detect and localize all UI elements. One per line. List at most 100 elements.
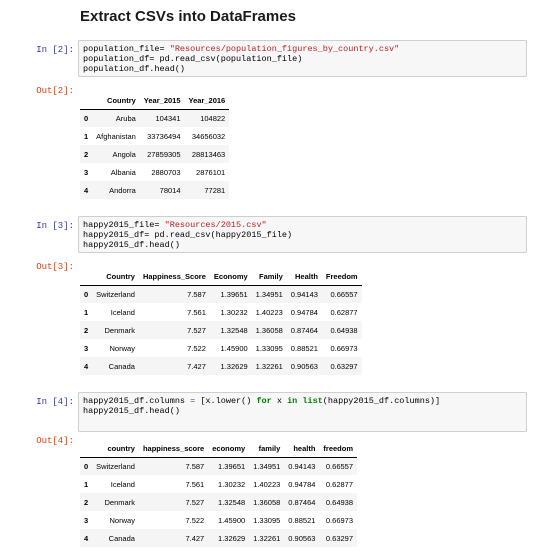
table-cell: Andorra bbox=[109, 185, 136, 195]
cell-2-dataframe: Country Happiness_Score Economy Family Healt… bbox=[80, 269, 362, 375]
table-row: 4 Andorra 78014 77281 bbox=[80, 181, 230, 199]
row-index: 0 bbox=[84, 113, 89, 123]
code-token: in bbox=[287, 396, 298, 406]
table-cell: 1.32629 bbox=[218, 533, 246, 543]
column-header: Happiness_Score bbox=[138, 269, 210, 286]
table-row: 0 Switzerland 7.587 1.39651 1.34951 0.94143 0.… bbox=[80, 457, 358, 475]
row-index: 3 bbox=[84, 167, 89, 177]
cell-3-dataframe: country happiness_score economy family healt… bbox=[80, 441, 358, 547]
code-token: "Resources/2015.csv" bbox=[164, 220, 267, 230]
table-cell: 7.427 bbox=[187, 361, 206, 371]
column-header: Freedom bbox=[321, 269, 362, 286]
code-token: list bbox=[302, 396, 323, 406]
table-cell: 0.88521 bbox=[288, 515, 316, 525]
table-cell: 1.40223 bbox=[253, 479, 281, 489]
code-line: happy2015_df.head() bbox=[83, 240, 522, 250]
column-header: country bbox=[92, 441, 139, 458]
code-token: population_df= pd.read_csv(population_fi… bbox=[83, 54, 303, 64]
row-index: 4 bbox=[84, 361, 89, 371]
column-header: Country bbox=[92, 93, 140, 110]
table-cell: 7.527 bbox=[185, 497, 205, 507]
table-cell: 28813463 bbox=[191, 149, 226, 159]
cell-3-out-prompt: Out[4]: bbox=[36, 436, 74, 446]
table-row: 3 Norway 7.522 1.45900 1.33095 0.88521 0.66973 bbox=[80, 511, 357, 529]
table-row: 4 Canada 7.427 1.32629 1.32261 0.90563 0.63297 bbox=[80, 357, 362, 375]
table-cell: 34656032 bbox=[191, 131, 226, 141]
table-cell: 1.39651 bbox=[218, 461, 246, 471]
row-index: 3 bbox=[84, 515, 89, 525]
table-cell: 7.587 bbox=[185, 461, 205, 471]
table-cell: 1.32629 bbox=[220, 361, 248, 371]
cell-1-code-input[interactable]: population_file= "Resources/population_f… bbox=[78, 40, 527, 77]
table-cell: Afghanistan bbox=[96, 131, 136, 141]
notebook-heading: Extract CSVs into DataFrames bbox=[80, 8, 296, 25]
cell-3-code-input[interactable]: happy2015_df.columns = [x.lower() for x … bbox=[78, 392, 527, 432]
code-token: happy2015_file= bbox=[83, 220, 165, 230]
table-cell: 0.87464 bbox=[288, 497, 316, 507]
index-header bbox=[80, 441, 93, 458]
table-cell: Aruba bbox=[115, 113, 136, 123]
table-row: 3 Albania 2880703 2876101 bbox=[80, 163, 229, 181]
row-index: 4 bbox=[84, 185, 89, 195]
table-cell: 2880703 bbox=[151, 167, 181, 177]
table-cell: 1.33095 bbox=[255, 343, 283, 353]
table-row: 1 Iceland 7.561 1.30232 1.40223 0.94784 0.6287… bbox=[80, 475, 357, 493]
table-cell: 0.62877 bbox=[325, 479, 354, 489]
code-line: happy2015_file= "Resources/2015.csv" bbox=[83, 220, 522, 230]
cell-2-code-input[interactable]: happy2015_file= "Resources/2015.csv" happ… bbox=[78, 216, 527, 253]
table-cell: 0.66557 bbox=[325, 461, 354, 471]
cell-2-in-prompt: In [3]: bbox=[36, 221, 74, 231]
table-cell: 7.561 bbox=[185, 479, 205, 489]
column-header: Family bbox=[251, 269, 287, 286]
column-header: Year_2016 bbox=[184, 93, 230, 110]
row-index: 0 bbox=[84, 461, 89, 471]
table-cell: Norway bbox=[109, 343, 135, 353]
table-cell: 1.45900 bbox=[220, 343, 248, 353]
code-line: happy2015_df.columns = [x.lower() for x … bbox=[83, 396, 522, 406]
row-index: 3 bbox=[84, 343, 89, 353]
column-header: Health bbox=[286, 269, 322, 286]
table-cell: Denmark bbox=[104, 497, 135, 507]
table-cell: 0.63297 bbox=[325, 533, 354, 543]
column-header: happiness_score bbox=[138, 441, 209, 458]
table-cell: 1.45900 bbox=[218, 515, 246, 525]
code-token: happy2015_df.head() bbox=[83, 406, 180, 416]
column-header: economy bbox=[208, 441, 250, 458]
table-cell: 0.88521 bbox=[290, 343, 318, 353]
row-index: 1 bbox=[84, 307, 89, 317]
code-token: population_df.head() bbox=[83, 64, 186, 74]
table-cell: 1.30232 bbox=[218, 479, 246, 489]
code-token: happy2015_df.columns bbox=[83, 396, 191, 406]
table-cell: 0.94784 bbox=[290, 307, 318, 317]
table-row: 0 Aruba 104341 104822 bbox=[80, 109, 230, 127]
table-row: 3 Norway 7.522 1.45900 1.33095 0.88521 0.66973 bbox=[80, 339, 362, 357]
table-row: 2 Angola 27859305 28813463 bbox=[80, 145, 230, 163]
table-cell: Albania bbox=[110, 167, 136, 177]
code-line: population_file= "Resources/population_f… bbox=[83, 44, 522, 54]
cell-1-in-prompt: In [2]: bbox=[36, 45, 74, 55]
table-cell: 1.34951 bbox=[255, 289, 283, 299]
column-header: Country bbox=[92, 269, 139, 286]
cell-3-in-prompt: In [4]: bbox=[36, 397, 74, 407]
cell-1-out-prompt: Out[2]: bbox=[36, 86, 74, 96]
table-cell: 1.36058 bbox=[253, 497, 281, 507]
table-cell: 0.64938 bbox=[325, 497, 354, 507]
table-cell: Denmark bbox=[104, 325, 135, 335]
table-cell: 0.66973 bbox=[330, 343, 358, 353]
table-cell: 2876101 bbox=[196, 167, 226, 177]
row-index: 2 bbox=[84, 325, 89, 335]
row-index: 1 bbox=[84, 479, 89, 489]
table-cell: Angola bbox=[112, 149, 136, 159]
index-header bbox=[80, 93, 93, 110]
table-cell: Iceland bbox=[110, 479, 135, 489]
table-cell: 33736494 bbox=[147, 131, 181, 141]
table-cell: 104822 bbox=[200, 113, 226, 123]
table-cell: 0.63297 bbox=[330, 361, 358, 371]
code-line: population_df.head() bbox=[83, 64, 522, 74]
code-token: (happy2015_df.columns)] bbox=[322, 396, 441, 406]
table-cell: 7.527 bbox=[187, 325, 206, 335]
code-line: happy2015_df= pd.read_csv(happy2015_file… bbox=[83, 230, 522, 240]
code-token: "Resources/population_figures_by_country… bbox=[169, 44, 400, 54]
table-cell: 1.34951 bbox=[253, 461, 281, 471]
table-cell: Canada bbox=[108, 361, 135, 371]
